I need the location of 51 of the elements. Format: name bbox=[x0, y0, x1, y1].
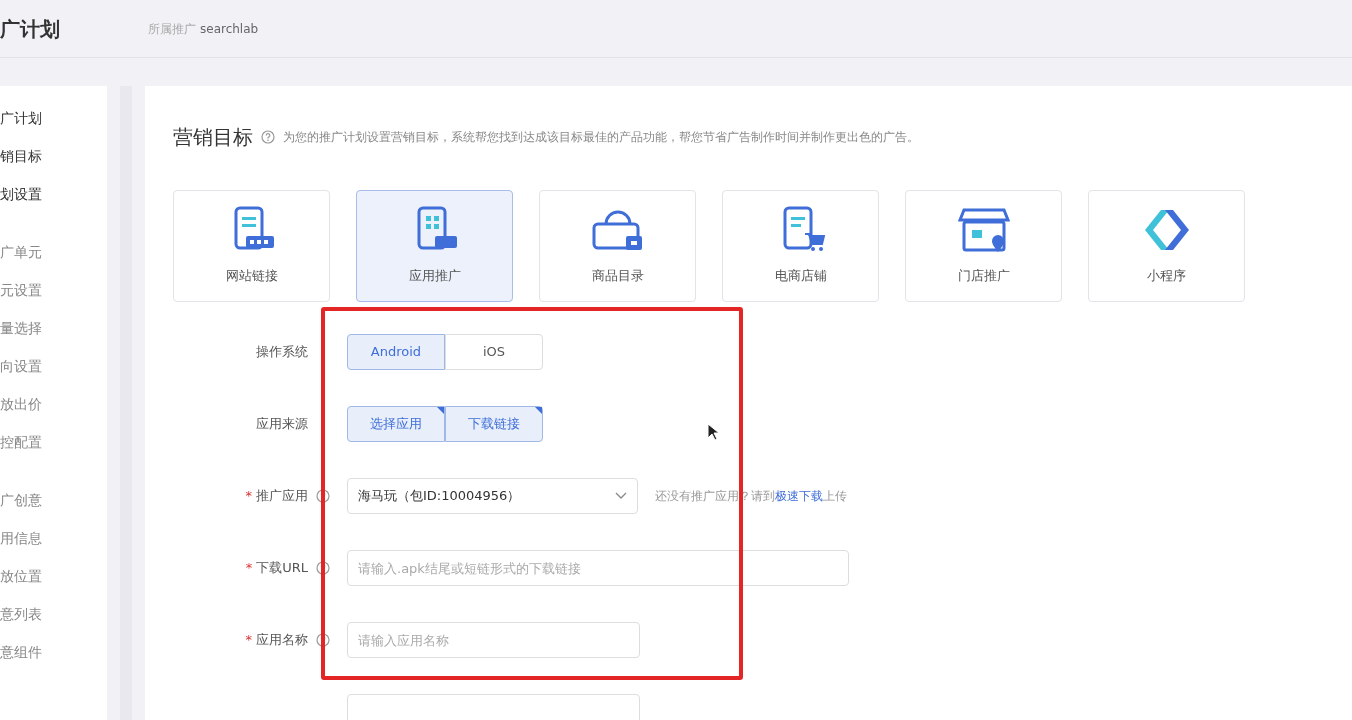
segment-option[interactable]: iOS bbox=[445, 334, 543, 370]
sidebar-item[interactable]: 意组件 bbox=[0, 642, 107, 680]
chevron-down-icon bbox=[615, 492, 627, 500]
help-icon bbox=[316, 633, 330, 647]
cursor-icon bbox=[707, 423, 719, 441]
text-field[interactable]: 请输入应用名称 bbox=[347, 622, 640, 658]
field-label: 操作系统 bbox=[256, 343, 308, 362]
sidebar-group-title[interactable]: 广创意 bbox=[0, 490, 107, 528]
sidebar-item[interactable]: 元设置 bbox=[0, 280, 107, 318]
text-field[interactable]: 请输入.apk结尾或短链形式的下载链接 bbox=[347, 550, 849, 586]
segment-option[interactable]: 下载链接 bbox=[445, 406, 543, 442]
section-title: 营销目标 bbox=[173, 124, 253, 151]
required-mark: * bbox=[245, 559, 253, 578]
sidebar-item[interactable]: 用信息 bbox=[0, 528, 107, 566]
sidebar-item[interactable]: 向设置 bbox=[0, 356, 107, 394]
help-icon bbox=[261, 130, 275, 144]
segment-option[interactable]: Android bbox=[347, 334, 445, 370]
sidebar-item[interactable]: 放位置 bbox=[0, 566, 107, 604]
sidebar-item[interactable]: 放出价 bbox=[0, 394, 107, 432]
breadcrumb-value: searchlab bbox=[200, 20, 259, 38]
breadcrumb-label: 所属推广 bbox=[148, 20, 196, 38]
hint-link[interactable]: 极速下载 bbox=[775, 489, 823, 503]
storefront-icon bbox=[957, 206, 1010, 255]
sidebar-item[interactable]: 销目标 bbox=[0, 146, 107, 184]
section-description: 为您的推广计划设置营销目标，系统帮您找到达成该目标最佳的产品功能，帮您节省广告制作时间并制作更出色的广告。 bbox=[283, 129, 919, 146]
required-mark: * bbox=[245, 631, 252, 650]
field-label: 推广应用 bbox=[256, 487, 308, 506]
goal-card[interactable]: 网站链接 bbox=[173, 190, 330, 302]
goal-card[interactable]: 小程序 bbox=[1088, 190, 1245, 302]
sidebar-item[interactable]: 控配置 bbox=[0, 432, 107, 470]
sidebar-item[interactable]: 划设置 bbox=[0, 184, 107, 222]
field-label: 下载URL bbox=[256, 559, 308, 578]
page-title: 广计划 bbox=[0, 15, 61, 43]
sidebar-group-title[interactable]: 广单元 bbox=[0, 242, 107, 280]
required-mark: * bbox=[245, 487, 252, 506]
help-icon bbox=[316, 561, 330, 575]
corner-mark-icon bbox=[535, 407, 542, 414]
text-field[interactable] bbox=[347, 694, 640, 720]
goal-card[interactable]: 商品目录 bbox=[539, 190, 696, 302]
sidebar-item[interactable]: 量选择 bbox=[0, 318, 107, 356]
corner-mark-icon bbox=[437, 407, 444, 414]
goal-card[interactable]: 应用推广 bbox=[356, 190, 513, 302]
sidebar-group-title[interactable]: 广计划 bbox=[0, 108, 107, 146]
segment-option[interactable]: 选择应用 bbox=[347, 406, 445, 442]
field-label: 应用来源 bbox=[256, 415, 308, 434]
goal-card[interactable]: 电商店铺 bbox=[722, 190, 879, 302]
help-icon bbox=[316, 489, 330, 503]
app-select[interactable]: 海马玩（包ID:10004956） bbox=[347, 478, 638, 514]
field-label: 应用名称 bbox=[256, 631, 308, 650]
goal-card[interactable]: 门店推广 bbox=[905, 190, 1062, 302]
sidebar-item[interactable]: 意列表 bbox=[0, 604, 107, 642]
